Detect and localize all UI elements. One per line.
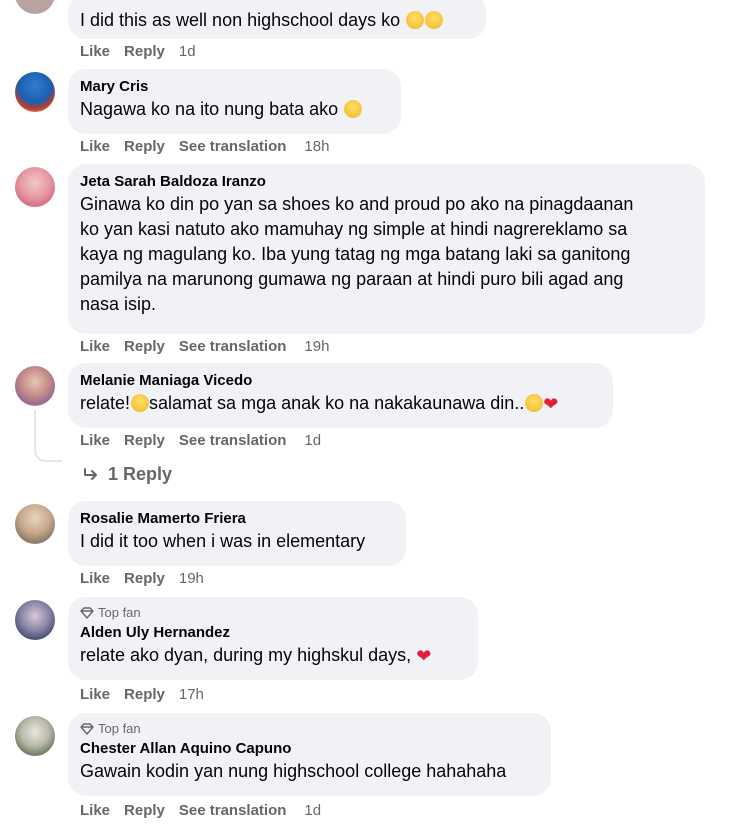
comment-author[interactable]: Alden Uly Hernandez: [80, 623, 466, 643]
comment-author[interactable]: Mary Cris: [80, 77, 389, 97]
like-button[interactable]: Like: [80, 570, 110, 588]
comment-actions: Like Reply 19h: [80, 570, 204, 588]
kiss-emoji-icon: [525, 394, 544, 412]
reply-button[interactable]: Reply: [124, 138, 165, 156]
like-button[interactable]: Like: [80, 138, 110, 156]
timestamp[interactable]: 17h: [179, 686, 204, 704]
comment-actions: Like Reply 17h: [80, 686, 204, 704]
avatar[interactable]: [15, 72, 55, 112]
smile-emoji-icon: [344, 100, 363, 118]
avatar[interactable]: [15, 600, 55, 640]
reply-button[interactable]: Reply: [124, 338, 165, 356]
avatar[interactable]: [15, 504, 55, 544]
timestamp[interactable]: 1d: [304, 802, 321, 820]
reply-button[interactable]: Reply: [124, 802, 165, 820]
reply-button[interactable]: Reply: [124, 686, 165, 704]
diamond-icon: [80, 723, 94, 735]
view-replies-link[interactable]: 1 Reply: [82, 464, 172, 485]
timestamp[interactable]: 1d: [179, 43, 196, 61]
reply-button[interactable]: Reply: [124, 43, 165, 61]
reply-button[interactable]: Reply: [124, 570, 165, 588]
see-translation-link[interactable]: See translation: [179, 432, 287, 450]
comment-bubble: Mary Cris Nagawa ko na ito nung bata ako: [68, 69, 401, 134]
smile-emoji-icon: [425, 11, 444, 29]
comment-text: Ginawa ko din po yan sa shoes ko and pro…: [80, 194, 634, 314]
timestamp[interactable]: 19h: [179, 570, 204, 588]
like-button[interactable]: Like: [80, 686, 110, 704]
comment-text: salamat sa mga anak ko na nakakaunawa di…: [149, 393, 525, 413]
comment-text: relate!: [80, 393, 131, 413]
comment-actions: Like Reply See translation 1d: [80, 432, 321, 450]
comment-bubble: I did this as well non highschool days k…: [68, 0, 486, 39]
timestamp[interactable]: 18h: [304, 138, 329, 156]
timestamp[interactable]: 19h: [304, 338, 329, 356]
comment-text: Nagawa ko na ito nung bata ako: [80, 99, 339, 119]
timestamp[interactable]: 1d: [304, 432, 321, 450]
avatar[interactable]: [15, 167, 55, 207]
like-button[interactable]: Like: [80, 432, 110, 450]
reply-button[interactable]: Reply: [124, 432, 165, 450]
avatar[interactable]: [15, 716, 55, 756]
top-fan-badge: Top fan: [80, 605, 466, 621]
comment-actions: Like Reply See translation 19h: [80, 338, 329, 356]
comment-bubble: Melanie Maniaga Vicedo relate! salamat sa…: [68, 363, 613, 428]
like-button[interactable]: Like: [80, 43, 110, 61]
avatar[interactable]: [15, 0, 55, 14]
comment-author[interactable]: Melanie Maniaga Vicedo: [80, 371, 601, 391]
heart-emoji-icon: ❤: [543, 394, 559, 414]
comment-bubble: Rosalie Mamerto Friera I did it too when…: [68, 501, 406, 566]
comment-text: Gawain kodin yan nung highschool college…: [80, 761, 507, 781]
comment-text: I did it too when i was in elementary: [80, 531, 366, 551]
comment-text: I did this as well non highschool days k…: [80, 10, 401, 30]
comment-actions: Like Reply See translation 18h: [80, 138, 329, 156]
comment-author[interactable]: Jeta Sarah Baldoza Iranzo: [80, 172, 693, 192]
see-translation-link[interactable]: See translation: [179, 338, 287, 356]
replies-count[interactable]: 1 Reply: [108, 464, 172, 485]
heart-emoji-icon: ❤: [416, 646, 432, 666]
comment-bubble: Top fan Chester Allan Aquino Capuno Gawa…: [68, 713, 551, 796]
top-fan-badge: Top fan: [80, 721, 539, 737]
reply-arrow-icon: [84, 467, 97, 480]
diamond-icon: [80, 607, 94, 619]
avatar[interactable]: [15, 366, 55, 406]
smile-emoji-icon: [131, 394, 150, 412]
comment-bubble: Jeta Sarah Baldoza Iranzo Ginawa ko din …: [68, 164, 705, 334]
comment-bubble: Top fan Alden Uly Hernandez relate ako d…: [68, 597, 478, 680]
like-button[interactable]: Like: [80, 338, 110, 356]
comment-author[interactable]: Rosalie Mamerto Friera: [80, 509, 394, 529]
see-translation-link[interactable]: See translation: [179, 138, 287, 156]
comment-text: relate ako dyan, during my highskul days…: [80, 645, 412, 665]
comment-actions: Like Reply 1d: [80, 43, 196, 61]
smile-emoji-icon: [406, 11, 425, 29]
comment-author[interactable]: Chester Allan Aquino Capuno: [80, 739, 539, 759]
thread-line: [34, 410, 62, 462]
comment-actions: Like Reply See translation 1d: [80, 802, 321, 820]
like-button[interactable]: Like: [80, 802, 110, 820]
see-translation-link[interactable]: See translation: [179, 802, 287, 820]
